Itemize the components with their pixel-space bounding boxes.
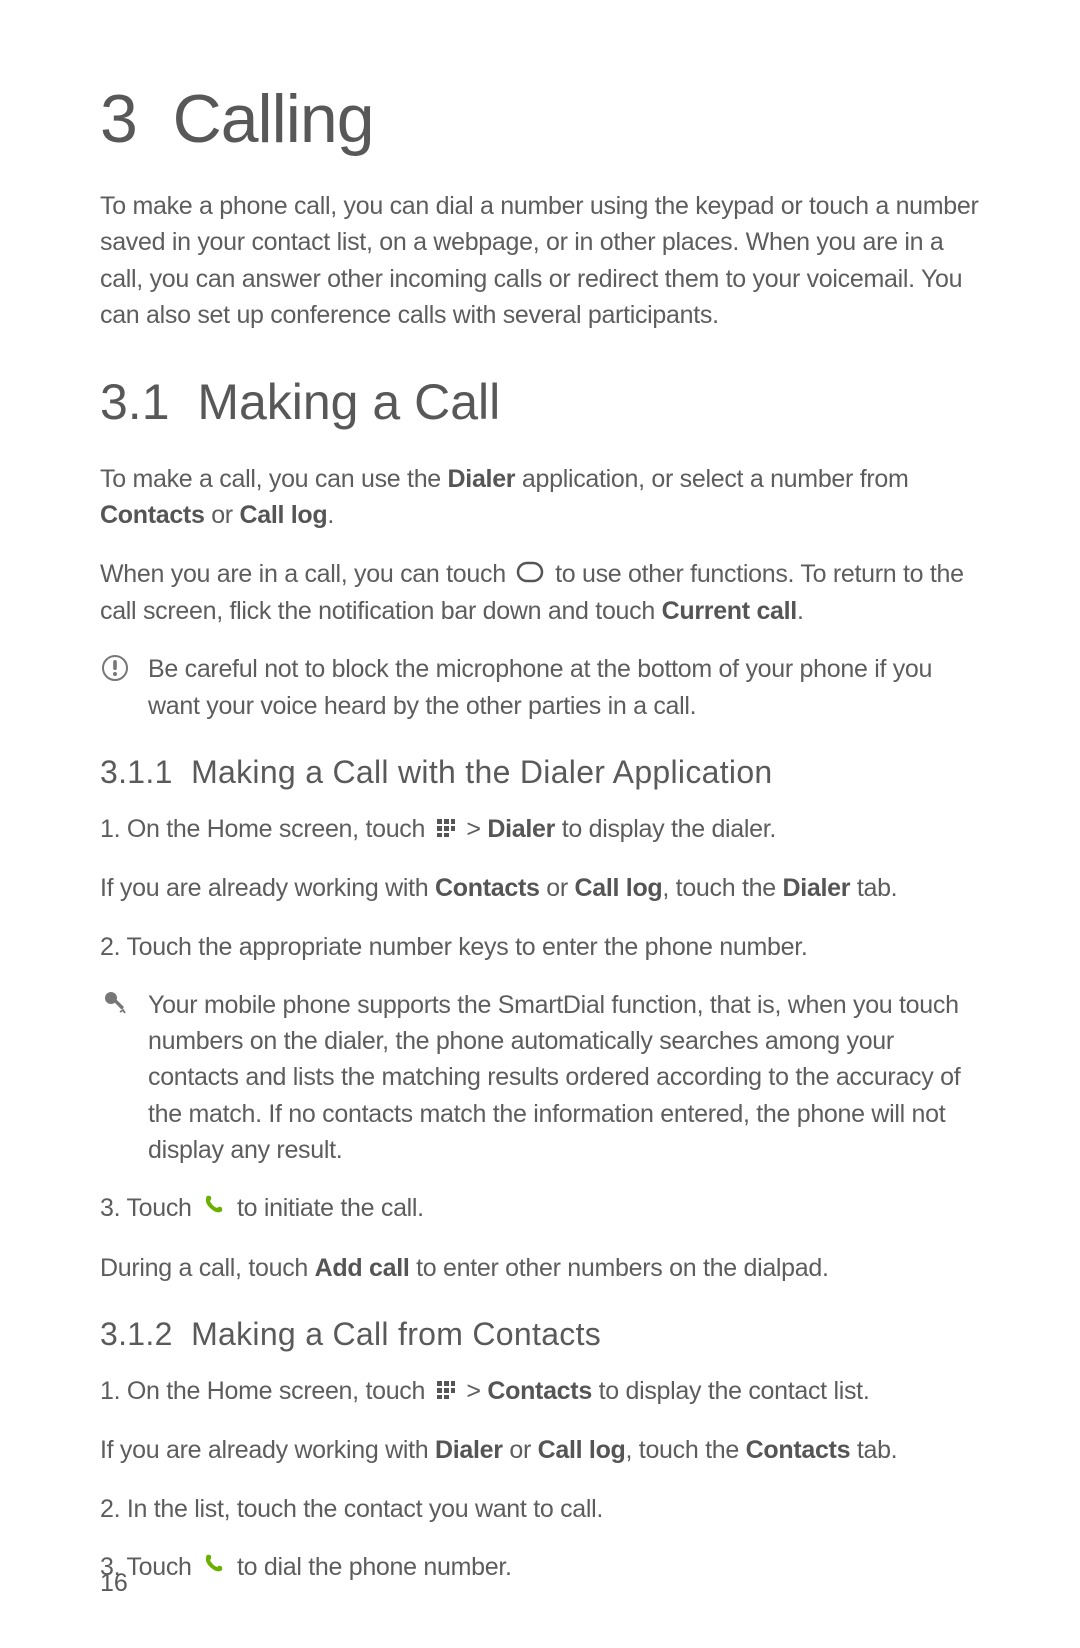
text: application, or select a number from (515, 465, 908, 493)
text: to display the dialer. (555, 815, 776, 843)
paragraph: When you are in a call, you can touch to… (100, 556, 980, 630)
section-number: 3.1 (100, 374, 170, 430)
step-3: 3. Touch to initiate the call. (100, 1190, 980, 1228)
bold-text: Dialer (783, 874, 851, 902)
bold-text: Contacts (435, 874, 540, 902)
bold-text: Dialer (487, 815, 555, 843)
text: 1. On the Home screen, touch (100, 1377, 432, 1405)
text: or (503, 1436, 538, 1464)
step-2: 2. Touch the appropriate number keys to … (100, 929, 980, 965)
text: . (327, 501, 334, 529)
step-1-sub: If you are already working with Dialer o… (100, 1432, 980, 1468)
section-title: Making a Call (197, 374, 500, 430)
text: to dial the phone number. (230, 1553, 511, 1581)
chapter-number: 3 (100, 81, 137, 157)
subsection-heading-3-1-1: 3.1.1 Making a Call with the Dialer Appl… (100, 754, 980, 791)
caution-icon (100, 651, 148, 683)
note-text: Your mobile phone supports the SmartDial… (148, 987, 980, 1168)
subsection-number: 3.1.2 (100, 1316, 173, 1352)
bold-text: Dialer (435, 1436, 503, 1464)
bold-text: Call log (575, 874, 663, 902)
step-3-sub: During a call, touch Add call to enter o… (100, 1250, 980, 1286)
phone-call-icon (202, 1550, 226, 1586)
step-1: 1. On the Home screen, touch > Dialer to… (100, 811, 980, 849)
note-text: Be careful not to block the microphone a… (148, 651, 980, 724)
home-key-icon (516, 557, 544, 593)
text: To make a call, you can use the (100, 465, 448, 493)
text: During a call, touch (100, 1254, 315, 1282)
text: > (460, 815, 488, 843)
text: If you are already working with (100, 1436, 435, 1464)
step-1-sub: If you are already working with Contacts… (100, 870, 980, 906)
subsection-heading-3-1-2: 3.1.2 Making a Call from Contacts (100, 1316, 980, 1353)
text: 1. On the Home screen, touch (100, 815, 432, 843)
phone-call-icon (202, 1191, 226, 1227)
step-3: 3. Touch to dial the phone number. (100, 1549, 980, 1587)
text: When you are in a call, you can touch (100, 560, 512, 588)
tip-note: Your mobile phone supports the SmartDial… (100, 987, 980, 1168)
chapter-intro: To make a phone call, you can dial a num… (100, 188, 980, 333)
text: , touch the (626, 1436, 746, 1464)
text: to enter other numbers on the dialpad. (410, 1254, 829, 1282)
step-2: 2. In the list, touch the contact you wa… (100, 1491, 980, 1527)
text: . (797, 597, 804, 625)
paragraph: To make a call, you can use the Dialer a… (100, 461, 980, 534)
text: tab. (850, 1436, 897, 1464)
step-1: 1. On the Home screen, touch > Contacts … (100, 1373, 980, 1411)
text: to initiate the call. (230, 1194, 424, 1222)
chapter-heading: 3 Calling (100, 80, 980, 158)
text: to display the contact list. (592, 1377, 870, 1405)
subsection-title: Making a Call from Contacts (191, 1316, 601, 1352)
apps-grid-icon (436, 1374, 456, 1410)
text: or (205, 501, 240, 529)
text: > (460, 1377, 488, 1405)
tip-icon (100, 987, 148, 1019)
bold-text: Dialer (448, 465, 516, 493)
bold-text: Contacts (487, 1377, 592, 1405)
document-page: 3 Calling To make a phone call, you can … (0, 0, 1080, 1648)
chapter-title: Calling (173, 81, 374, 157)
text: If you are already working with (100, 874, 435, 902)
bold-text: Current call (662, 597, 797, 625)
subsection-title: Making a Call with the Dialer Applicatio… (191, 754, 772, 790)
text: tab. (850, 874, 897, 902)
bold-text: Contacts (746, 1436, 851, 1464)
caution-note: Be careful not to block the microphone a… (100, 651, 980, 724)
bold-text: Add call (315, 1254, 410, 1282)
section-heading-3-1: 3.1 Making a Call (100, 373, 980, 431)
text: 3. Touch (100, 1194, 198, 1222)
bold-text: Call log (538, 1436, 626, 1464)
page-number: 16 (100, 1569, 128, 1598)
text: or (540, 874, 575, 902)
apps-grid-icon (436, 812, 456, 848)
bold-text: Contacts (100, 501, 205, 529)
text: , touch the (662, 874, 782, 902)
bold-text: Call log (239, 501, 327, 529)
subsection-number: 3.1.1 (100, 754, 173, 790)
